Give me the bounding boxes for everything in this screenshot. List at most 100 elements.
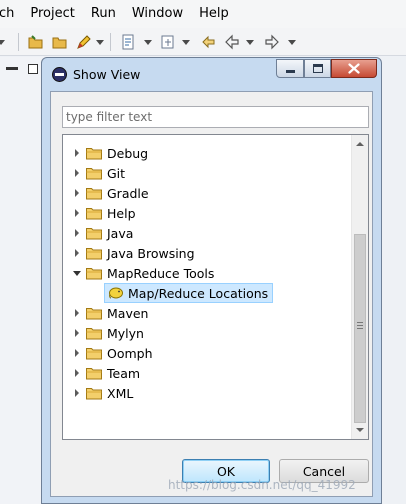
selected-highlight[interactable]: Map/Reduce Locations — [104, 283, 274, 303]
folder-icon — [86, 328, 102, 340]
folder-icon — [86, 208, 102, 220]
tree-item-label: Gradle — [107, 185, 149, 201]
tree-item-label: Java — [107, 225, 134, 241]
collapsed-arrow-icon[interactable] — [72, 348, 82, 358]
tree-item-label: Oomph — [107, 345, 153, 361]
dropdown-arrow-icon[interactable] — [96, 40, 104, 45]
close-button[interactable] — [331, 59, 377, 78]
dialog-titlebar[interactable]: Show View — [42, 58, 381, 91]
folder-icon — [86, 308, 102, 320]
menu-item-search[interactable]: ch — [0, 0, 22, 28]
tree-folder-mylyn[interactable]: Mylyn — [72, 323, 144, 343]
grip-line — [357, 328, 363, 329]
page-icon[interactable] — [160, 34, 176, 50]
tree-folder-java[interactable]: Java — [72, 223, 133, 243]
dropdown-arrow-icon[interactable] — [144, 40, 152, 45]
tree-folder-xml[interactable]: XML — [72, 383, 133, 403]
menu-item-project[interactable]: Project — [22, 0, 82, 28]
collapsed-arrow-icon[interactable] — [72, 248, 82, 258]
tree-item-label: Mylyn — [107, 325, 144, 341]
tree-folder-oomph[interactable]: Oomph — [72, 343, 153, 363]
dropdown-arrow-icon[interactable] — [0, 40, 5, 45]
grip-line — [357, 322, 363, 323]
dropdown-arrow-icon[interactable] — [246, 40, 254, 45]
tree-item-label: Help — [107, 205, 136, 221]
grip-line — [357, 325, 363, 326]
collapsed-arrow-icon[interactable] — [72, 168, 82, 178]
maximize-icon — [312, 64, 323, 73]
folder-icon — [86, 368, 102, 380]
menu-item-help[interactable]: Help — [191, 0, 237, 28]
back-icon[interactable] — [200, 34, 216, 50]
tree-folder-mapreduce-tools[interactable]: MapReduce Tools — [72, 263, 214, 283]
folder-icon — [86, 168, 102, 180]
tree-folder-debug[interactable]: Debug — [72, 143, 148, 163]
scrollbar-thumb[interactable] — [354, 234, 366, 423]
tree-folder-git[interactable]: Git — [72, 163, 125, 183]
tree-item-label: Git — [107, 165, 126, 181]
open-folder-icon[interactable] — [28, 34, 44, 50]
tree-folder-maven[interactable]: Maven — [72, 303, 148, 323]
toolbar-separator — [18, 33, 19, 51]
editor-area-left — [0, 57, 42, 504]
tree-item-label: Java Browsing — [107, 245, 195, 261]
minimize-button[interactable] — [276, 59, 304, 78]
eclipse-icon — [52, 67, 67, 82]
collapsed-arrow-icon[interactable] — [72, 388, 82, 398]
scroll-up-icon[interactable] — [356, 142, 364, 146]
menu-bar: ch Project Run Window Help — [0, 0, 406, 28]
collapsed-arrow-icon[interactable] — [72, 368, 82, 378]
collapsed-arrow-icon[interactable] — [72, 308, 82, 318]
tree-item-label: MapReduce Tools — [107, 265, 215, 281]
folder-icon — [86, 268, 102, 280]
show-view-dialog: Show View Debug Git Gradle Help Java Java Bro… — [41, 57, 382, 504]
folder-icon — [86, 248, 102, 260]
filter-input[interactable] — [62, 106, 369, 128]
tree-item-label: Team — [107, 365, 141, 381]
dropdown-arrow-icon[interactable] — [288, 40, 296, 45]
dialog-title: Show View — [73, 67, 141, 82]
collapsed-arrow-icon[interactable] — [72, 148, 82, 158]
back-icon[interactable] — [224, 34, 240, 50]
tree-folder-help[interactable]: Help — [72, 203, 136, 223]
view-tree: Debug Git Gradle Help Java Java Browsing MapRe… — [62, 134, 369, 440]
collapsed-arrow-icon[interactable] — [72, 328, 82, 338]
toolbar-separator — [110, 33, 111, 51]
collapsed-arrow-icon[interactable] — [72, 208, 82, 218]
tree-folder-java-browsing[interactable]: Java Browsing — [72, 243, 195, 263]
menu-item-run[interactable]: Run — [83, 0, 124, 28]
dialog-body: Debug Git Gradle Help Java Java Browsing MapRe… — [50, 91, 373, 497]
main-toolbar — [0, 28, 406, 56]
maximize-button[interactable] — [304, 59, 331, 78]
collapsed-arrow-icon[interactable] — [72, 228, 82, 238]
tree-item-label: Debug — [107, 145, 149, 161]
tree-item-label: Map/Reduce Locations — [128, 285, 269, 301]
watermark-text: https://blog.csdn.net/qq_41992 — [168, 478, 356, 492]
pencil-icon[interactable] — [76, 34, 92, 50]
folder-icon — [86, 388, 102, 400]
folder-icon — [86, 228, 102, 240]
outline-icon[interactable] — [120, 34, 136, 50]
tree-folder-team[interactable]: Team — [72, 363, 140, 383]
maximize-view-icon[interactable] — [28, 64, 38, 74]
forward-icon[interactable] — [264, 34, 280, 50]
tree-folder-gradle[interactable]: Gradle — [72, 183, 149, 203]
minimize-icon — [285, 69, 295, 73]
folder-icon — [86, 348, 102, 360]
collapsed-arrow-icon[interactable] — [72, 188, 82, 198]
folder-icon — [86, 188, 102, 200]
elephant-icon — [109, 287, 123, 299]
dropdown-arrow-icon[interactable] — [182, 40, 190, 45]
scroll-down-icon[interactable] — [356, 428, 364, 432]
menu-item-window[interactable]: Window — [124, 0, 191, 28]
minimize-view-icon[interactable] — [6, 67, 18, 70]
vertical-scrollbar[interactable] — [351, 135, 368, 439]
open-folder-icon[interactable] — [52, 34, 68, 50]
tree-item-label: Maven — [107, 305, 149, 321]
tree-item-map-reduce-locations[interactable]: Map/Reduce Locations — [104, 283, 274, 303]
expanded-arrow-icon[interactable] — [72, 268, 82, 278]
editor-area-right — [382, 57, 406, 504]
folder-icon — [86, 148, 102, 160]
close-icon — [348, 63, 360, 74]
tree-item-label: XML — [107, 385, 134, 401]
